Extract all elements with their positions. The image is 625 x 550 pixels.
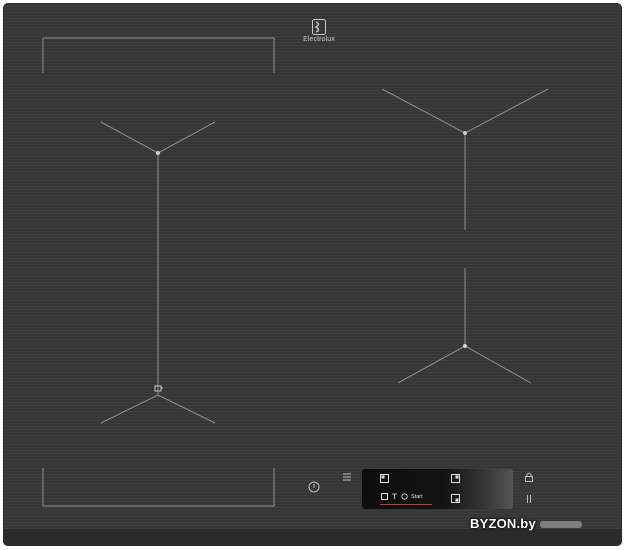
- pause-icon[interactable]: [523, 493, 535, 505]
- pan-sensor-icon: [154, 385, 163, 392]
- right-bottom-zone-marker: [397, 345, 532, 384]
- zone-top-right-icon[interactable]: [451, 474, 460, 483]
- watermark-blurred-text: [539, 521, 582, 529]
- zone-bottom-right-icon[interactable]: [451, 494, 460, 503]
- right-top-zone-marker: [381, 88, 549, 134]
- bridge-zone-top-marker: [42, 37, 275, 73]
- left-zone-bottom-marker: [100, 394, 216, 424]
- right-top-zone-dot: [463, 131, 467, 135]
- lock-icon[interactable]: [523, 471, 535, 483]
- power-icon[interactable]: [307, 480, 321, 494]
- brand-name: Electrolux: [303, 36, 335, 43]
- bridge-zone-bottom-marker: [42, 468, 275, 507]
- left-zone-top-dot: [156, 151, 160, 155]
- start-row[interactable]: Start: [381, 493, 423, 500]
- control-display[interactable]: Start: [362, 469, 513, 509]
- zone-top-left-icon[interactable]: [380, 474, 389, 483]
- start-label: Start: [411, 493, 423, 500]
- zone-bottom-left-icon: [381, 493, 388, 500]
- watermark-text: BYZON.by: [470, 516, 536, 531]
- right-bottom-zone-dot: [463, 344, 467, 348]
- left-zone-top-marker: [100, 121, 216, 154]
- brand-logo: Electrolux: [293, 19, 345, 43]
- cooking-zone-markings: [42, 37, 549, 507]
- clock-icon: [401, 493, 408, 500]
- electrolux-logo-icon: [312, 19, 326, 35]
- menu-icon[interactable]: [341, 471, 353, 483]
- cooktop-surface: Electrolux Start: [3, 3, 622, 546]
- start-indicator-bar: [380, 504, 432, 505]
- timer-icon: [392, 493, 397, 499]
- watermark: BYZON.by: [470, 516, 620, 536]
